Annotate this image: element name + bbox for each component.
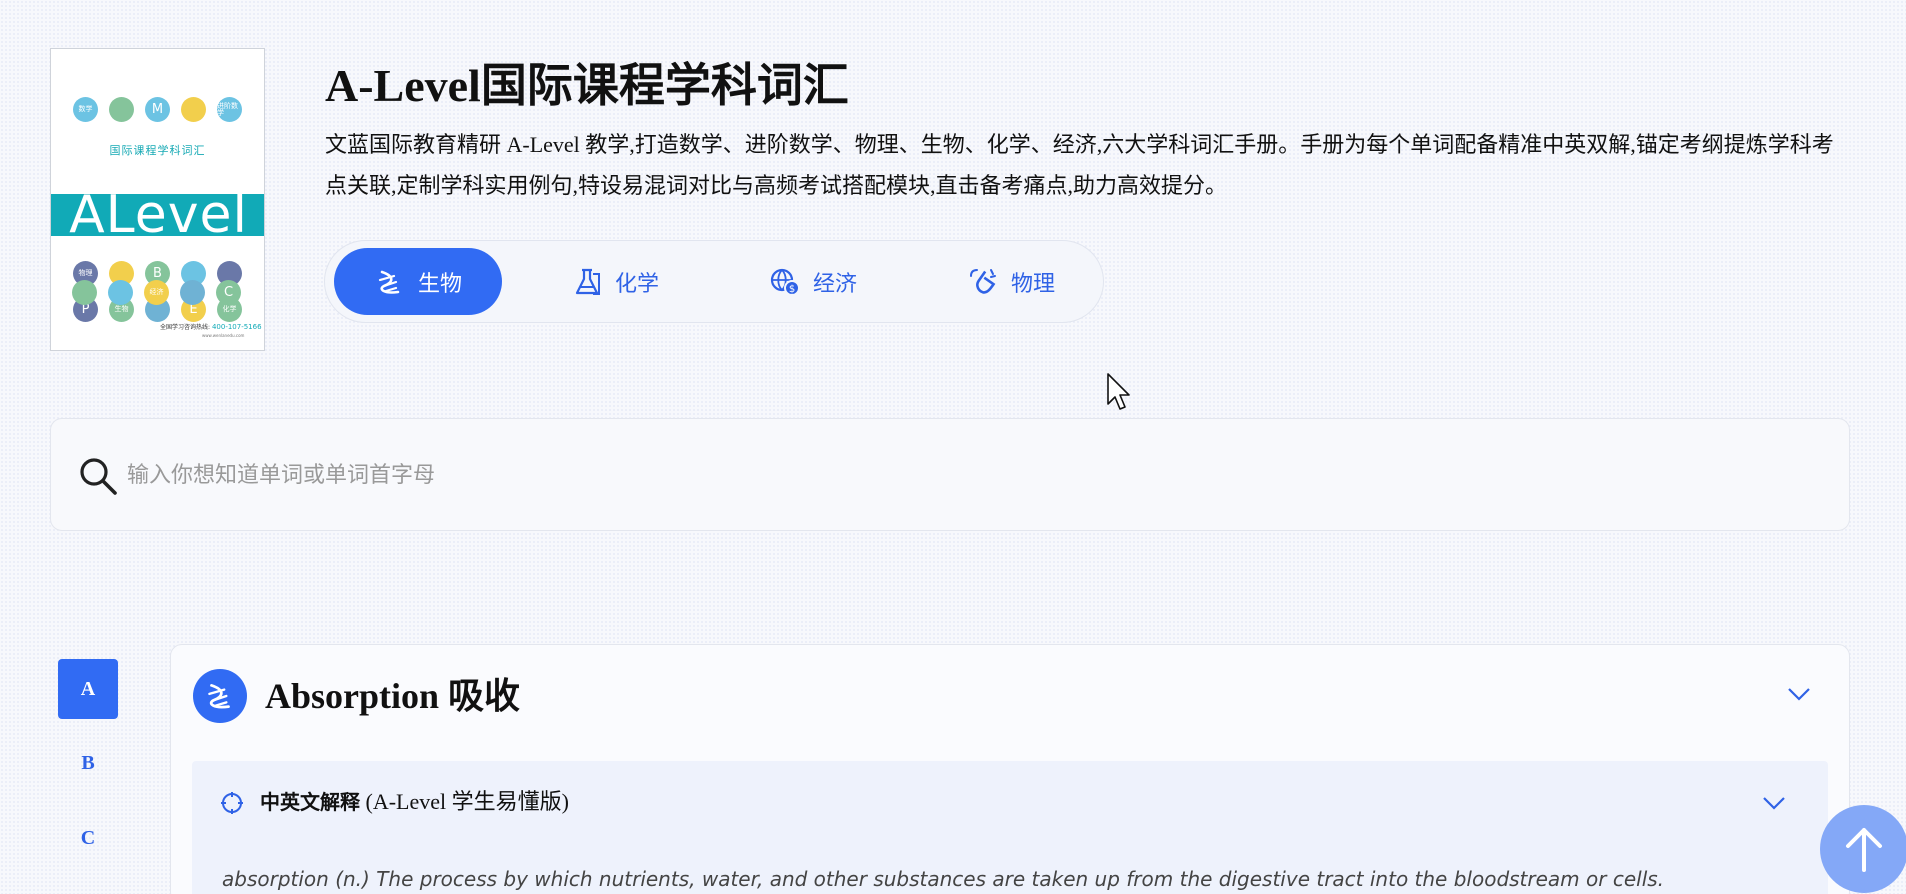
dna-icon — [208, 683, 230, 709]
page-description: 文蓝国际教育精研 A-Level 教学,打造数学、进阶数学、物理、生物、化学、经… — [325, 132, 1834, 198]
book-cover-image: 国际课程学科词汇 ALevel 数学 M 进阶数学 物理 B P 生物 E 化学 — [50, 48, 265, 351]
word-icon — [193, 669, 247, 723]
tab-economics[interactable]: $ 经济 — [729, 248, 897, 315]
cover-dot: 数学 — [73, 97, 98, 122]
cover-dot: C — [216, 280, 241, 305]
chevron-down-icon[interactable] — [1787, 685, 1811, 703]
cover-dot — [109, 97, 134, 122]
tab-chemistry[interactable]: 化学 — [531, 248, 699, 315]
section-title: 中英文解释 (A-Level 学生易懂版) — [260, 785, 569, 819]
word-title: Absorption 吸收 — [265, 676, 521, 716]
cover-word: ALevel — [69, 185, 248, 245]
word-card: Absorption 吸收 中英文解释 (A-Level 学生易懂版) abso… — [170, 644, 1850, 894]
cover-dot: 进阶数学 — [217, 97, 242, 122]
back-to-top-button[interactable] — [1820, 805, 1906, 893]
search-box — [50, 418, 1850, 531]
tab-label: 化学 — [614, 271, 659, 297]
cover-subtitle: 国际课程学科词汇 — [109, 144, 206, 157]
cover-dot — [180, 280, 205, 305]
cover-dot — [108, 280, 133, 305]
magnet-icon — [969, 268, 996, 294]
cover-dot — [181, 97, 206, 122]
tab-physics[interactable]: 物理 — [927, 248, 1095, 315]
tab-label: 生物 — [417, 271, 462, 297]
globe-coin-icon: $ — [770, 268, 800, 296]
letter-a[interactable]: A — [58, 659, 118, 719]
definition-section: 中英文解释 (A-Level 学生易懂版) absorption (n.) Th… — [192, 761, 1828, 894]
letter-c[interactable]: C — [58, 808, 118, 868]
dna-icon — [378, 270, 400, 294]
cover-dot: M — [145, 97, 170, 122]
cover-phone: 400-107-5166 — [211, 323, 262, 331]
arrow-up-icon — [1846, 828, 1882, 872]
crosshair-icon — [221, 792, 243, 814]
chevron-down-icon[interactable] — [1762, 794, 1786, 812]
cover-url: www.wenlanedu.com — [202, 333, 245, 338]
cover-dot — [72, 280, 97, 305]
definition-text: absorption (n.) The process by which nut… — [222, 867, 1665, 891]
section-title-rest: (A-Level 学生易懂版) — [360, 789, 569, 814]
svg-text:$: $ — [789, 284, 795, 295]
search-input[interactable] — [127, 449, 1727, 501]
section-title-bold: 中英文解释 — [260, 790, 360, 814]
page-title: A-Level国际课程学科词汇 — [325, 60, 849, 111]
tab-label: 经济 — [812, 271, 857, 297]
tab-biology[interactable]: 生物 — [334, 248, 502, 315]
letter-b[interactable]: B — [58, 733, 118, 793]
cover-phone-label: 全国学习咨询热线: 400-107-5166 — [160, 323, 262, 331]
flask-icon — [575, 268, 600, 295]
subject-tabs: 生物 化学 $ 经济 物理 — [324, 240, 1104, 323]
mouse-cursor-icon — [1107, 373, 1130, 410]
cover-dot: 经济 — [144, 280, 169, 305]
tab-label: 物理 — [1010, 271, 1055, 297]
search-icon — [80, 458, 117, 495]
